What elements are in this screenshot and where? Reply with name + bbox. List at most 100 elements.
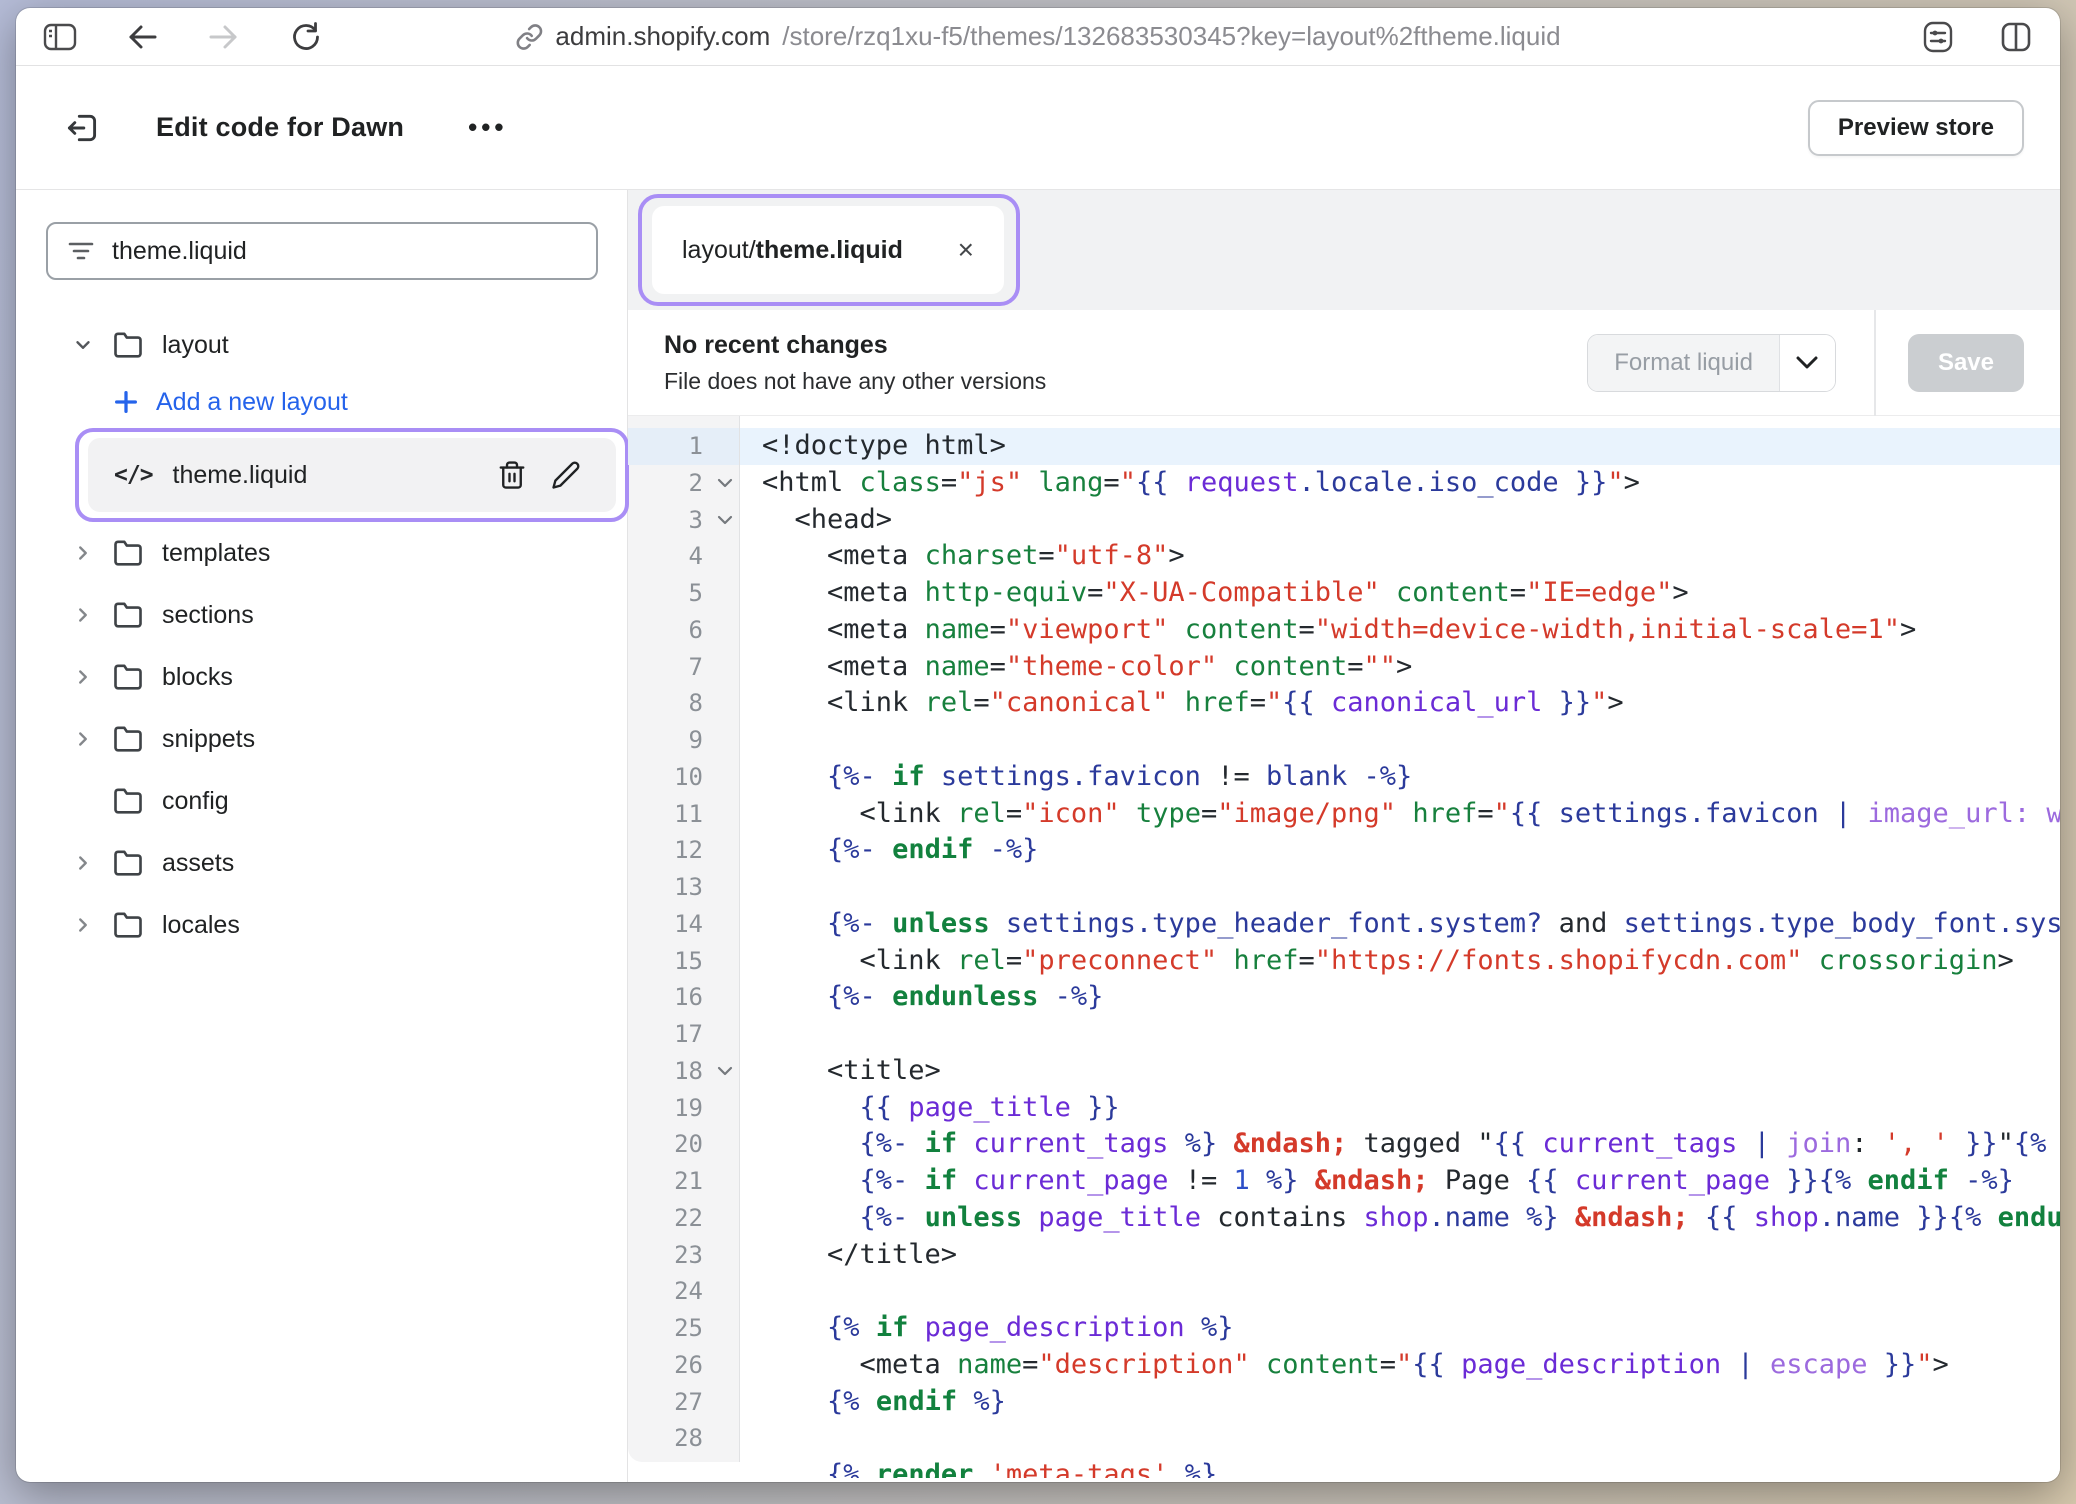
line-number: 10 — [628, 759, 739, 796]
app-header: Edit code for Dawn ••• Preview store — [16, 66, 2060, 190]
code-line — [740, 722, 2060, 759]
link-icon — [515, 23, 543, 51]
folder-icon — [112, 662, 144, 692]
file-sidebar: layout Add a new layout </>theme.liquid tem… — [16, 190, 628, 1482]
chevron-right-icon[interactable] — [72, 666, 104, 688]
forward-icon[interactable] — [206, 19, 242, 55]
code-editor[interactable]: 1234567891011121314151617181920212223242… — [628, 416, 2060, 1478]
format-liquid-label: Format liquid — [1588, 335, 1779, 391]
folder-icon — [112, 786, 144, 816]
code-line: {%- if settings.favicon != blank -%} — [740, 759, 2060, 796]
line-number: 21 — [628, 1163, 739, 1200]
folder-label: layout — [162, 331, 229, 360]
folder-label: blocks — [162, 663, 233, 692]
code-line: {{ page_title }} — [740, 1090, 2060, 1127]
line-number: 19 — [628, 1090, 739, 1127]
line-number: 2 — [628, 465, 739, 502]
fold-chevron-icon[interactable] — [717, 465, 733, 502]
line-number: 5 — [628, 575, 739, 612]
split-view-icon[interactable] — [1998, 19, 2034, 55]
folder-label: sections — [162, 601, 254, 630]
editor-toolbar: No recent changes File does not have any… — [628, 310, 2060, 416]
chevron-down-icon[interactable] — [72, 334, 104, 356]
more-menu-button[interactable]: ••• — [468, 112, 507, 143]
back-icon[interactable] — [124, 19, 160, 55]
url-path: /store/rzq1xu-f5/themes/132683530345?key… — [782, 21, 1560, 52]
sidebar-folder-config[interactable]: config — [46, 770, 627, 832]
line-number: 11 — [628, 796, 739, 833]
line-number: 3 — [628, 502, 739, 539]
sidebar-folder-sections[interactable]: sections — [46, 584, 627, 646]
fold-chevron-icon[interactable] — [717, 1053, 733, 1090]
folder-icon — [112, 538, 144, 568]
file-filter-box[interactable] — [46, 222, 598, 280]
line-number: 22 — [628, 1200, 739, 1237]
chevron-right-icon[interactable] — [72, 604, 104, 626]
code-line: <meta charset="utf-8"> — [740, 538, 2060, 575]
folder-label: config — [162, 787, 229, 816]
line-number: 25 — [628, 1310, 739, 1347]
line-number: 13 — [628, 869, 739, 906]
format-caret-button[interactable] — [1779, 335, 1835, 391]
tab-theme-liquid[interactable]: layout/theme.liquid × — [652, 206, 1004, 294]
folder-label: assets — [162, 849, 234, 878]
folder-icon — [112, 330, 144, 360]
reload-icon[interactable] — [288, 19, 324, 55]
sidebar-folder-assets[interactable]: assets — [46, 832, 627, 894]
fold-chevron-icon[interactable] — [717, 502, 733, 539]
line-number: 9 — [628, 722, 739, 759]
code-line: <link rel="canonical" href="{{ canonical… — [740, 685, 2060, 722]
filter-icon — [68, 241, 94, 261]
code-line: <html class="js" lang="{{ request.locale… — [740, 465, 2060, 502]
code-line: <link rel="icon" type="image/png" href="… — [740, 796, 2060, 833]
code-line: {%- unless page_title contains shop.name… — [740, 1200, 2060, 1237]
line-number: 27 — [628, 1384, 739, 1421]
sidebar-folder-locales[interactable]: locales — [46, 894, 627, 956]
sidebar-folder-templates[interactable]: templates — [46, 522, 627, 584]
code-line: {%- endif -%} — [740, 832, 2060, 869]
sidebar-toggle-icon[interactable] — [42, 19, 78, 55]
chevron-down-icon — [1796, 356, 1818, 370]
browser-window: admin.shopify.com/store/rzq1xu-f5/themes… — [16, 8, 2060, 1482]
code-line — [740, 1420, 2060, 1457]
code-line: {% render 'meta-tags' %} — [740, 1457, 2060, 1478]
save-button[interactable]: Save — [1908, 334, 2024, 392]
chevron-right-icon[interactable] — [72, 914, 104, 936]
line-number: 6 — [628, 612, 739, 649]
file-filter-input[interactable] — [112, 237, 576, 266]
code-line — [740, 1273, 2060, 1310]
editor-code[interactable]: <!doctype html><html class="js" lang="{{… — [740, 416, 2060, 1478]
page-settings-icon[interactable] — [1920, 19, 1956, 55]
folder-icon — [112, 724, 144, 754]
sidebar-folder-snippets[interactable]: snippets — [46, 708, 627, 770]
add-layout-label: Add a new layout — [156, 388, 348, 417]
sidebar-file-theme-liquid[interactable]: </>theme.liquid — [88, 438, 616, 512]
sidebar-folder-layout[interactable]: layout — [46, 314, 627, 376]
exit-icon[interactable] — [64, 110, 100, 146]
folder-icon — [112, 910, 144, 940]
code-line: {%- if current_page != 1 %} &ndash; Page… — [740, 1163, 2060, 1200]
chevron-right-icon[interactable] — [72, 852, 104, 874]
format-liquid-button[interactable]: Format liquid — [1587, 334, 1836, 392]
trash-icon[interactable] — [492, 455, 532, 495]
line-number: 8 — [628, 685, 739, 722]
tab-close-icon[interactable]: × — [958, 236, 974, 264]
browser-toolbar: admin.shopify.com/store/rzq1xu-f5/themes… — [16, 8, 2060, 66]
toolbar-divider — [1874, 310, 1876, 416]
line-number: 16 — [628, 979, 739, 1016]
line-number: 29 — [628, 1457, 739, 1462]
pencil-icon[interactable] — [546, 455, 586, 495]
sidebar-folder-blocks[interactable]: blocks — [46, 646, 627, 708]
code-file-icon: </> — [114, 462, 153, 488]
chevron-right-icon[interactable] — [72, 542, 104, 564]
line-number: 14 — [628, 906, 739, 943]
chevron-right-icon[interactable] — [72, 728, 104, 750]
add-new-layout-button[interactable]: Add a new layout — [46, 376, 627, 428]
line-number: 20 — [628, 1126, 739, 1163]
folder-label: templates — [162, 539, 270, 568]
code-line: {% if page_description %} — [740, 1310, 2060, 1347]
preview-store-button[interactable]: Preview store — [1808, 100, 2024, 156]
folder-icon — [112, 848, 144, 878]
address-bar[interactable]: admin.shopify.com/store/rzq1xu-f5/themes… — [515, 8, 1560, 65]
line-number: 1 — [628, 428, 739, 465]
